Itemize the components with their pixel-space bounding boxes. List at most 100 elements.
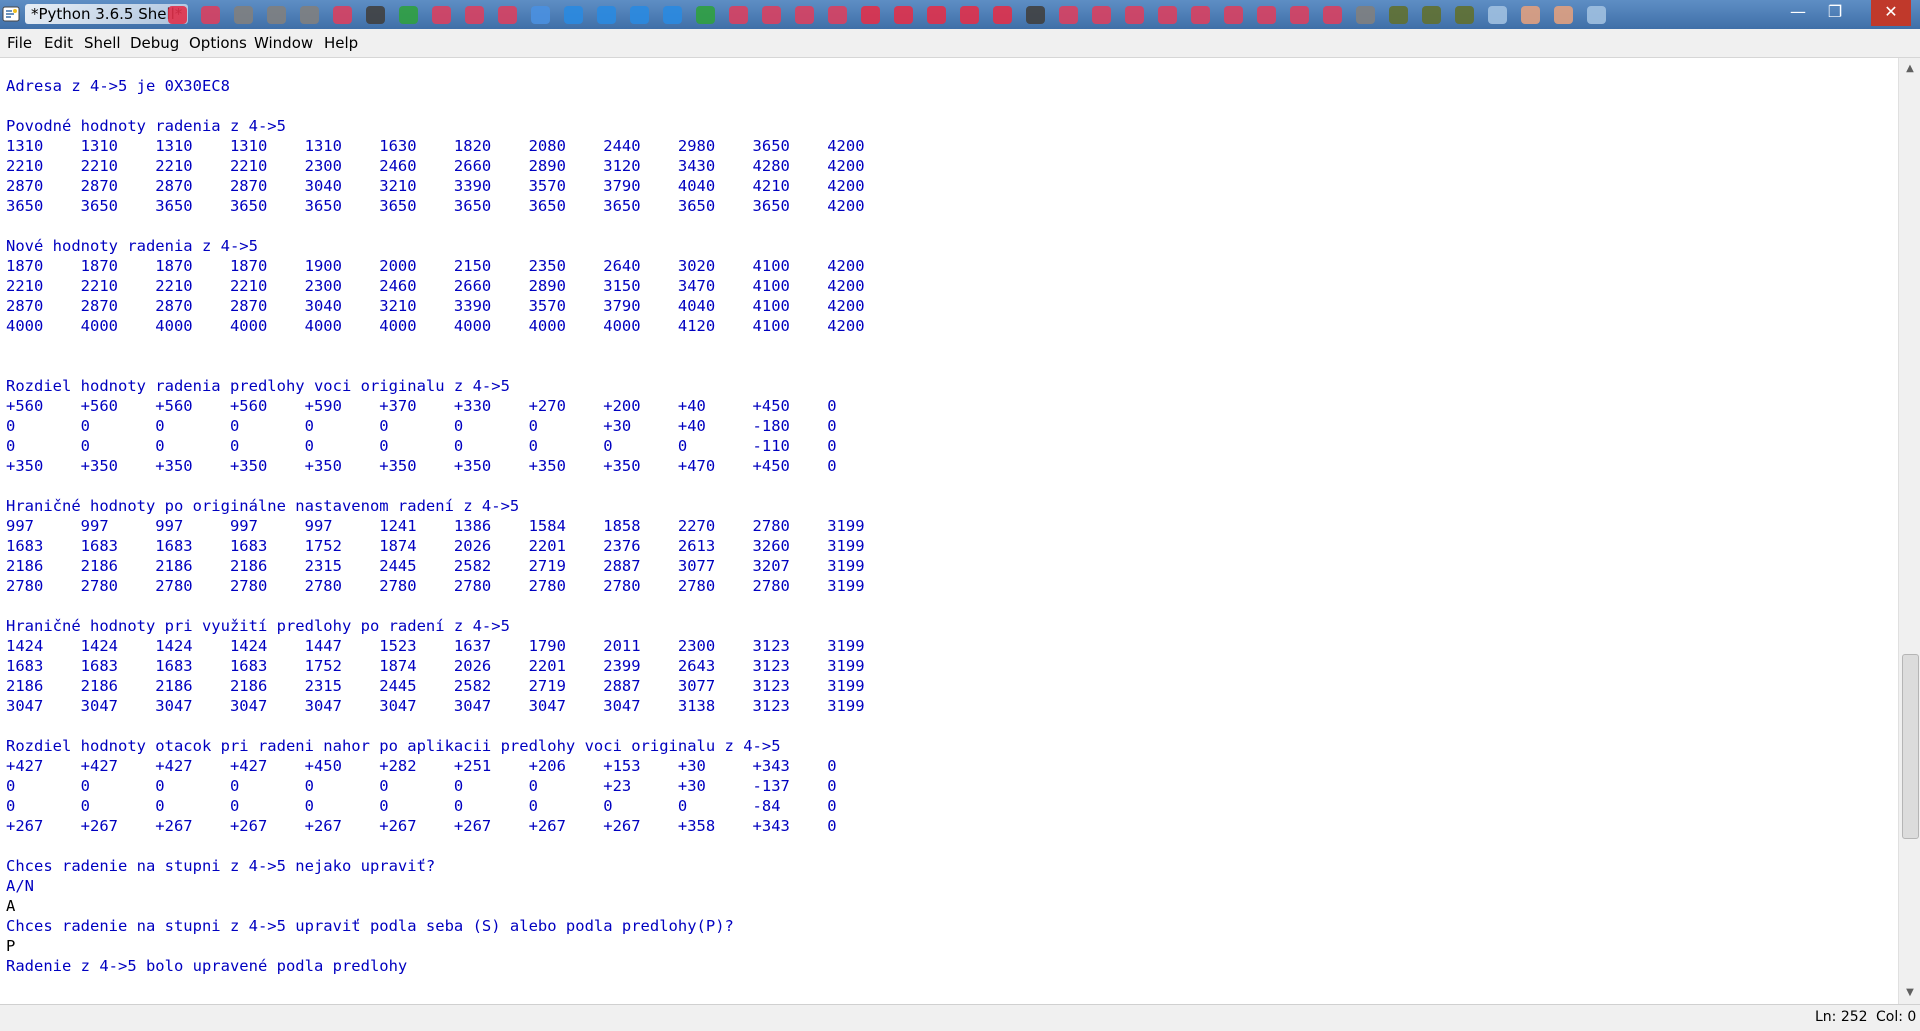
shell-output-line: 1683 1683 1683 1683 1752 1874 2026 2201 … (6, 537, 865, 555)
shell-output-line: 0 0 0 0 0 0 0 0 +23 +30 -137 0 (6, 777, 837, 795)
shell-output-area[interactable]: Adresa z 4->5 je 0X30EC8 Povodné hodnoty… (0, 58, 1897, 1004)
taskbar-app-icon[interactable] (1323, 6, 1342, 24)
taskbar-app-icon[interactable] (1125, 6, 1144, 24)
taskbar-app-icon[interactable] (1488, 6, 1507, 24)
menu-shell[interactable]: Shell (84, 34, 121, 52)
taskbar-app-icon[interactable] (564, 6, 583, 24)
shell-output-line: Povodné hodnoty radenia z 4->5 (6, 117, 286, 135)
taskbar-app-icon[interactable] (531, 6, 550, 24)
taskbar-app-icon[interactable] (234, 6, 253, 24)
taskbar-app-icon[interactable] (696, 6, 715, 24)
shell-output-line: Radenie z 4->5 bolo upravené podla predl… (6, 957, 408, 975)
taskbar-app-icon[interactable] (960, 6, 979, 24)
taskbar-app-icon[interactable] (1257, 6, 1276, 24)
vertical-scrollbar[interactable]: ▲ ▼ (1898, 58, 1920, 1004)
taskbar-app-icon[interactable] (1587, 6, 1606, 24)
taskbar-app-icon[interactable] (1191, 6, 1210, 24)
shell-output-line: +350 +350 +350 +350 +350 +350 +350 +350 … (6, 457, 837, 475)
taskbar-app-icon[interactable] (1356, 6, 1375, 24)
taskbar-app-icon[interactable] (168, 6, 187, 24)
taskbar-app-icon[interactable] (597, 6, 616, 24)
shell-input-line: P (6, 937, 16, 955)
taskbar-app-icon[interactable] (201, 6, 220, 24)
title-bar: *Python 3.6.5 Shell* — ❐ ✕ (0, 0, 1920, 29)
taskbar-app-icon[interactable] (630, 6, 649, 24)
taskbar-app-icon[interactable] (498, 6, 517, 24)
taskbar-app-icon[interactable] (927, 6, 946, 24)
status-column-number: Col: 0 (1876, 1009, 1917, 1025)
shell-output-line: +267 +267 +267 +267 +267 +267 +267 +267 … (6, 817, 837, 835)
taskbar-app-icon[interactable] (1422, 6, 1441, 24)
shell-output-line (6, 96, 1897, 116)
taskbar-app-icon[interactable] (861, 6, 880, 24)
taskbar-app-icon[interactable] (465, 6, 484, 24)
taskbar-app-icon[interactable] (1059, 6, 1078, 24)
taskbar-app-icon[interactable] (663, 6, 682, 24)
shell-output-line: 1424 1424 1424 1424 1447 1523 1637 1790 … (6, 637, 865, 655)
status-bar: Ln: 252 Col: 0 (0, 1004, 1920, 1031)
shell-output-line: 2210 2210 2210 2210 2300 2460 2660 2890 … (6, 157, 865, 175)
taskbar-app-icon[interactable] (432, 6, 451, 24)
close-button[interactable]: ✕ (1871, 0, 1911, 26)
taskbar-app-icon[interactable] (1389, 6, 1408, 24)
taskbar-app-icon[interactable] (762, 6, 781, 24)
taskbar-icon-strip (168, 6, 1778, 24)
maximize-button[interactable]: ❐ (1820, 0, 1850, 26)
shell-output-line (6, 356, 1897, 376)
taskbar-app-icon[interactable] (1521, 6, 1540, 24)
taskbar-app-icon[interactable] (795, 6, 814, 24)
status-line-number: Ln: 252 (1815, 1009, 1868, 1025)
shell-output-line: 1683 1683 1683 1683 1752 1874 2026 2201 … (6, 657, 865, 675)
shell-output-line (6, 336, 1897, 356)
menu-edit[interactable]: Edit (44, 34, 73, 52)
taskbar-app-icon[interactable] (1158, 6, 1177, 24)
menu-options[interactable]: Options (189, 34, 247, 52)
taskbar-app-icon[interactable] (1290, 6, 1309, 24)
taskbar-app-icon[interactable] (894, 6, 913, 24)
shell-output-line: 0 0 0 0 0 0 0 0 +30 +40 -180 0 (6, 417, 837, 435)
taskbar-app-icon[interactable] (399, 6, 418, 24)
shell-output-line: 2210 2210 2210 2210 2300 2460 2660 2890 … (6, 277, 865, 295)
shell-output-line: Rozdiel hodnoty otacok pri radeni nahor … (6, 737, 781, 755)
shell-output-line: +560 +560 +560 +560 +590 +370 +330 +270 … (6, 397, 837, 415)
taskbar-app-icon[interactable] (1092, 6, 1111, 24)
shell-output-line: 2870 2870 2870 2870 3040 3210 3390 3570 … (6, 297, 865, 315)
scroll-down-arrow-icon[interactable]: ▼ (1903, 986, 1917, 1000)
menu-file[interactable]: File (7, 34, 32, 52)
taskbar-app-icon[interactable] (993, 6, 1012, 24)
taskbar-app-icon[interactable] (1026, 6, 1045, 24)
scroll-up-arrow-icon[interactable]: ▲ (1903, 62, 1917, 76)
menu-window[interactable]: Window (254, 34, 313, 52)
shell-output-line: Chces radenie na stupni z 4->5 nejako up… (6, 857, 436, 875)
taskbar-app-icon[interactable] (267, 6, 286, 24)
taskbar-app-icon[interactable] (1455, 6, 1474, 24)
taskbar-app-icon[interactable] (333, 6, 352, 24)
taskbar-app-icon[interactable] (300, 6, 319, 24)
taskbar-app-icon[interactable] (729, 6, 748, 24)
shell-input-line: A (6, 897, 16, 915)
shell-output-line (6, 216, 1897, 236)
shell-output-line (6, 716, 1897, 736)
shell-output-line: 997 997 997 997 997 1241 1386 1584 1858 … (6, 517, 865, 535)
taskbar-app-icon[interactable] (1554, 6, 1573, 24)
minimize-button[interactable]: — (1783, 0, 1813, 26)
shell-output-line: Chces radenie na stupni z 4->5 upraviť p… (6, 917, 734, 935)
taskbar-app-icon[interactable] (1224, 6, 1243, 24)
shell-output-line (6, 476, 1897, 496)
shell-output-line: 0 0 0 0 0 0 0 0 0 0 -110 0 (6, 437, 837, 455)
shell-output-line: 3047 3047 3047 3047 3047 3047 3047 3047 … (6, 697, 865, 715)
shell-output-line: 0 0 0 0 0 0 0 0 0 0 -84 0 (6, 797, 837, 815)
scrollbar-thumb[interactable] (1902, 654, 1919, 839)
shell-output-line: 2780 2780 2780 2780 2780 2780 2780 2780 … (6, 577, 865, 595)
menu-debug[interactable]: Debug (130, 34, 179, 52)
menu-help[interactable]: Help (324, 34, 358, 52)
shell-output-line: Adresa z 4->5 je 0X30EC8 (6, 77, 230, 95)
python-idle-icon (2, 6, 20, 22)
shell-output-line: Hraničné hodnoty pri využití predlohy po… (6, 617, 510, 635)
shell-output-line: 1310 1310 1310 1310 1310 1630 1820 2080 … (6, 137, 865, 155)
shell-output-line (6, 836, 1897, 856)
taskbar-app-icon[interactable] (828, 6, 847, 24)
shell-output-line: A/N (6, 877, 34, 895)
shell-output-line: 2186 2186 2186 2186 2315 2445 2582 2719 … (6, 557, 865, 575)
taskbar-app-icon[interactable] (366, 6, 385, 24)
